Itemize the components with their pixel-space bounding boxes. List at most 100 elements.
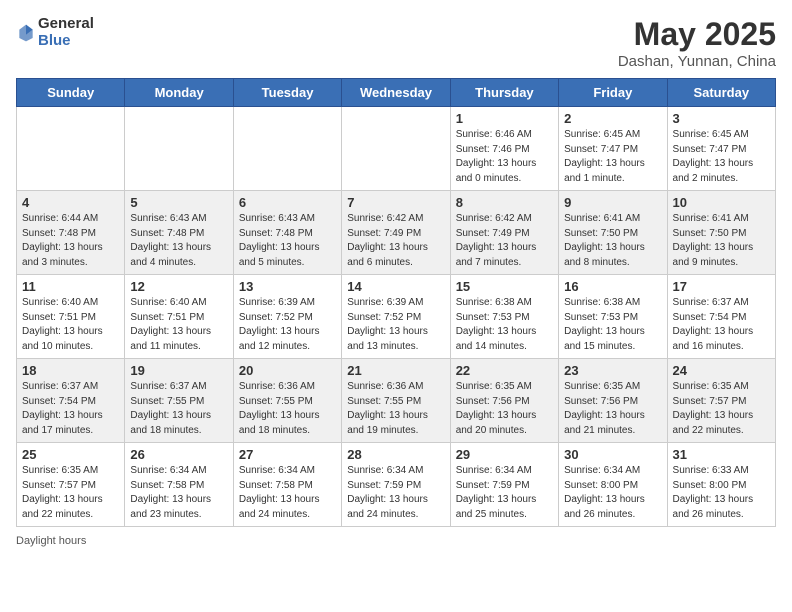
day-number: 1: [456, 111, 553, 126]
day-info: Sunrise: 6:37 AM Sunset: 7:55 PM Dayligh…: [130, 380, 227, 438]
day-info: Sunrise: 6:34 AM Sunset: 8:00 PM Dayligh…: [564, 464, 661, 522]
day-number: 26: [130, 447, 227, 462]
header-saturday: Saturday: [667, 79, 775, 107]
calendar-cell-2-6: 17Sunrise: 6:37 AM Sunset: 7:54 PM Dayli…: [667, 275, 775, 359]
day-info: Sunrise: 6:35 AM Sunset: 7:57 PM Dayligh…: [22, 464, 119, 522]
calendar-cell-1-2: 6 Sunrise: 6:43 AM Sunset: 7:48 PM Daylig…: [233, 191, 341, 275]
day-info: Sunrise: 6:35 AM Sunset: 7:56 PM Dayligh…: [456, 380, 553, 438]
calendar-cell-2-4: 15Sunrise: 6:38 AM Sunset: 7:53 PM Dayli…: [450, 275, 558, 359]
day-info: Sunrise: 6:45 AM Sunset: 7:47 PM Dayligh…: [673, 128, 770, 186]
day-number: 10: [673, 195, 770, 210]
day-info: Sunrise: 6:43 AM Sunset: 7:48 PM Dayligh…: [239, 212, 336, 270]
calendar-cell-0-3: [342, 107, 450, 191]
day-number: 11: [22, 279, 119, 294]
day-number: 17: [673, 279, 770, 294]
calendar-cell-1-5: 9 Sunrise: 6:41 AM Sunset: 7:50 PM Daylig…: [559, 191, 667, 275]
day-info: Sunrise: 6:34 AM Sunset: 7:59 PM Dayligh…: [347, 464, 444, 522]
day-info: Sunrise: 6:46 AM Sunset: 7:46 PM Dayligh…: [456, 128, 553, 186]
calendar-cell-4-5: 30 Sunrise: 6:34 AM Sunset: 8:00 PM Dayli…: [559, 443, 667, 527]
calendar-cell-1-3: 7 Sunrise: 6:42 AM Sunset: 7:49 PM Daylig…: [342, 191, 450, 275]
calendar-cell-2-1: 12Sunrise: 6:40 AM Sunset: 7:51 PM Dayli…: [125, 275, 233, 359]
week-row-5: 25Sunrise: 6:35 AM Sunset: 7:57 PM Dayli…: [17, 443, 776, 527]
calendar-table: SundayMondayTuesdayWednesdayThursdayFrid…: [16, 78, 776, 527]
day-info: Sunrise: 6:43 AM Sunset: 7:48 PM Dayligh…: [130, 212, 227, 270]
daylight-label: Daylight hours: [16, 535, 86, 547]
day-info: Sunrise: 6:41 AM Sunset: 7:50 PM Dayligh…: [673, 212, 770, 270]
calendar-cell-3-4: 22 Sunrise: 6:35 AM Sunset: 7:56 PM Dayli…: [450, 359, 558, 443]
location-subtitle: Dashan, Yunnan, China: [618, 53, 776, 70]
day-info: Sunrise: 6:45 AM Sunset: 7:47 PM Dayligh…: [564, 128, 661, 186]
logo-icon: [16, 23, 36, 43]
day-info: Sunrise: 6:35 AM Sunset: 7:56 PM Dayligh…: [564, 380, 661, 438]
month-year-title: May 2025: [618, 16, 776, 53]
calendar-cell-3-1: 19 Sunrise: 6:37 AM Sunset: 7:55 PM Dayli…: [125, 359, 233, 443]
day-number: 15: [456, 279, 553, 294]
calendar-cell-0-0: [17, 107, 125, 191]
calendar-cell-3-3: 21Sunrise: 6:36 AM Sunset: 7:55 PM Dayli…: [342, 359, 450, 443]
day-info: Sunrise: 6:38 AM Sunset: 7:53 PM Dayligh…: [564, 296, 661, 354]
day-number: 13: [239, 279, 336, 294]
day-number: 30: [564, 447, 661, 462]
calendar-footer: Daylight hours: [16, 535, 776, 547]
week-row-2: 4 Sunrise: 6:44 AM Sunset: 7:48 PM Daylig…: [17, 191, 776, 275]
calendar-cell-0-2: [233, 107, 341, 191]
day-info: Sunrise: 6:39 AM Sunset: 7:52 PM Dayligh…: [239, 296, 336, 354]
calendar-cell-0-4: 1 Sunrise: 6:46 AM Sunset: 7:46 PM Daylig…: [450, 107, 558, 191]
calendar-cell-2-2: 13 Sunrise: 6:39 AM Sunset: 7:52 PM Dayli…: [233, 275, 341, 359]
header-friday: Friday: [559, 79, 667, 107]
day-number: 20: [239, 363, 336, 378]
week-row-3: 11 Sunrise: 6:40 AM Sunset: 7:51 PM Dayli…: [17, 275, 776, 359]
page-header: General Blue May 2025 Dashan, Yunnan, Ch…: [16, 16, 776, 70]
calendar-cell-1-0: 4 Sunrise: 6:44 AM Sunset: 7:48 PM Daylig…: [17, 191, 125, 275]
day-number: 14: [347, 279, 444, 294]
calendar-cell-3-6: 24 Sunrise: 6:35 AM Sunset: 7:57 PM Dayli…: [667, 359, 775, 443]
calendar-cell-4-6: 31 Sunrise: 6:33 AM Sunset: 8:00 PM Dayli…: [667, 443, 775, 527]
calendar-cell-1-6: 10 Sunrise: 6:41 AM Sunset: 7:50 PM Dayli…: [667, 191, 775, 275]
day-number: 4: [22, 195, 119, 210]
header-tuesday: Tuesday: [233, 79, 341, 107]
logo: General Blue: [16, 16, 94, 49]
day-number: 28: [347, 447, 444, 462]
day-info: Sunrise: 6:44 AM Sunset: 7:48 PM Dayligh…: [22, 212, 119, 270]
calendar-cell-4-0: 25Sunrise: 6:35 AM Sunset: 7:57 PM Dayli…: [17, 443, 125, 527]
day-info: Sunrise: 6:42 AM Sunset: 7:49 PM Dayligh…: [456, 212, 553, 270]
calendar-cell-3-5: 23Sunrise: 6:35 AM Sunset: 7:56 PM Dayli…: [559, 359, 667, 443]
calendar-cell-2-5: 16 Sunrise: 6:38 AM Sunset: 7:53 PM Dayli…: [559, 275, 667, 359]
day-number: 6: [239, 195, 336, 210]
day-number: 29: [456, 447, 553, 462]
day-info: Sunrise: 6:34 AM Sunset: 7:59 PM Dayligh…: [456, 464, 553, 522]
day-number: 24: [673, 363, 770, 378]
day-number: 9: [564, 195, 661, 210]
header-wednesday: Wednesday: [342, 79, 450, 107]
title-block: May 2025 Dashan, Yunnan, China: [618, 16, 776, 70]
day-info: Sunrise: 6:36 AM Sunset: 7:55 PM Dayligh…: [239, 380, 336, 438]
calendar-header-row: SundayMondayTuesdayWednesdayThursdayFrid…: [17, 79, 776, 107]
day-info: Sunrise: 6:42 AM Sunset: 7:49 PM Dayligh…: [347, 212, 444, 270]
day-info: Sunrise: 6:40 AM Sunset: 7:51 PM Dayligh…: [22, 296, 119, 354]
day-number: 3: [673, 111, 770, 126]
week-row-4: 18Sunrise: 6:37 AM Sunset: 7:54 PM Dayli…: [17, 359, 776, 443]
calendar-cell-1-1: 5 Sunrise: 6:43 AM Sunset: 7:48 PM Daylig…: [125, 191, 233, 275]
day-number: 16: [564, 279, 661, 294]
calendar-cell-0-5: 2Sunrise: 6:45 AM Sunset: 7:47 PM Daylig…: [559, 107, 667, 191]
day-info: Sunrise: 6:35 AM Sunset: 7:57 PM Dayligh…: [673, 380, 770, 438]
header-thursday: Thursday: [450, 79, 558, 107]
day-info: Sunrise: 6:34 AM Sunset: 7:58 PM Dayligh…: [130, 464, 227, 522]
day-number: 21: [347, 363, 444, 378]
day-info: Sunrise: 6:39 AM Sunset: 7:52 PM Dayligh…: [347, 296, 444, 354]
day-number: 5: [130, 195, 227, 210]
day-info: Sunrise: 6:41 AM Sunset: 7:50 PM Dayligh…: [564, 212, 661, 270]
day-number: 7: [347, 195, 444, 210]
day-info: Sunrise: 6:33 AM Sunset: 8:00 PM Dayligh…: [673, 464, 770, 522]
logo-blue: Blue: [38, 33, 94, 50]
day-number: 18: [22, 363, 119, 378]
logo-general: General: [38, 16, 94, 33]
calendar-cell-2-3: 14 Sunrise: 6:39 AM Sunset: 7:52 PM Dayli…: [342, 275, 450, 359]
day-number: 22: [456, 363, 553, 378]
day-info: Sunrise: 6:34 AM Sunset: 7:58 PM Dayligh…: [239, 464, 336, 522]
day-number: 31: [673, 447, 770, 462]
calendar-cell-1-4: 8 Sunrise: 6:42 AM Sunset: 7:49 PM Daylig…: [450, 191, 558, 275]
header-monday: Monday: [125, 79, 233, 107]
day-number: 19: [130, 363, 227, 378]
day-number: 8: [456, 195, 553, 210]
